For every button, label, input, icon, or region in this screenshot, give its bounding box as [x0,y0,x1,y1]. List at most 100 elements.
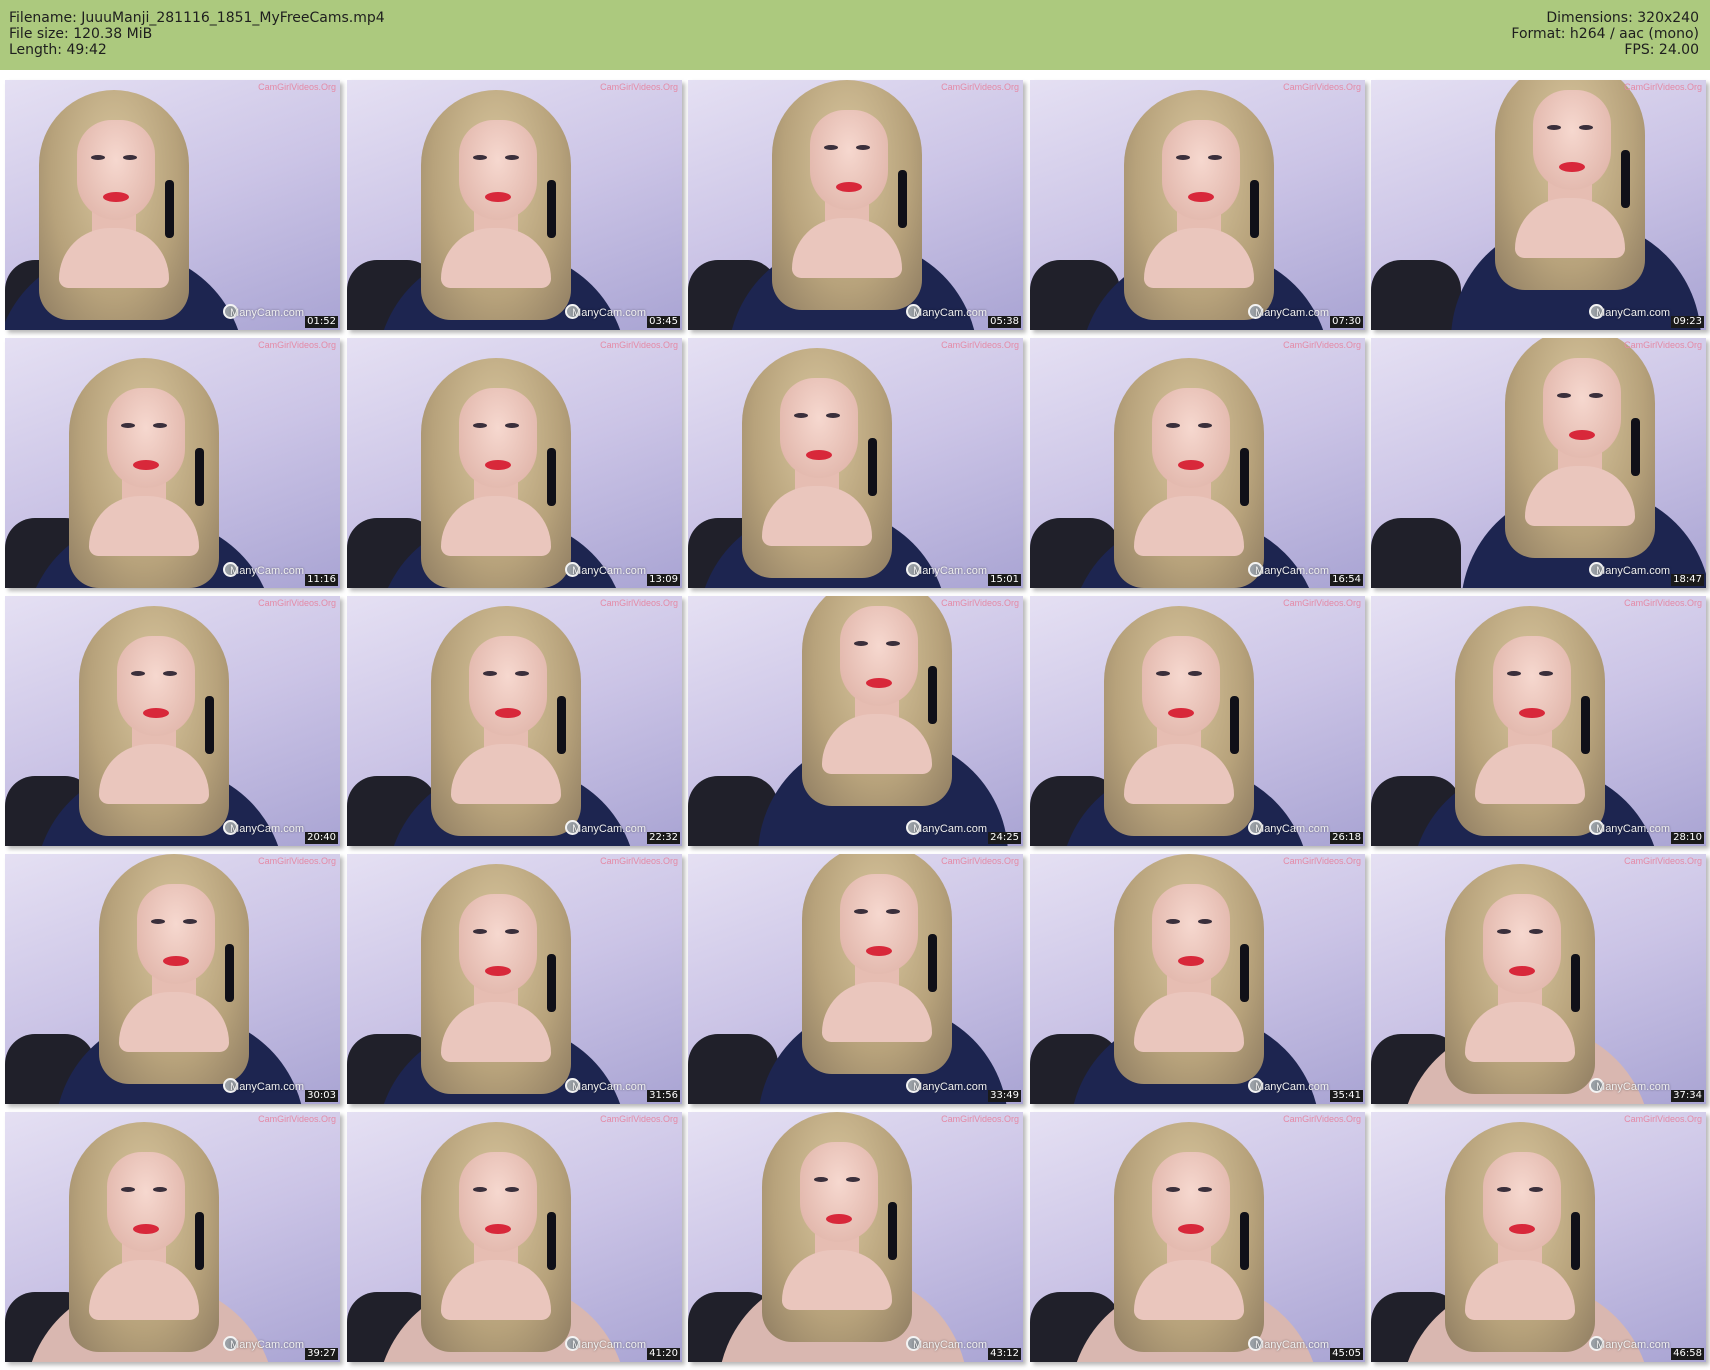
length-label: Length: 49:42 [9,42,107,58]
timestamp-label: 18:47 [1671,574,1704,586]
video-thumbnail[interactable]: CamGirlVideos.Org ManyCam.com 18:47 [1371,338,1706,588]
timestamp-label: 37:34 [1671,1090,1704,1102]
video-thumbnail[interactable]: CamGirlVideos.Org ManyCam.com 26:18 [1030,596,1365,846]
bottom-watermark: ManyCam.com [1255,307,1329,319]
timestamp-label: 15:01 [988,574,1021,586]
timestamp-label: 05:38 [988,316,1021,328]
video-thumbnail[interactable]: CamGirlVideos.Org ManyCam.com 16:54 [1030,338,1365,588]
video-thumbnail[interactable]: CamGirlVideos.Org ManyCam.com 01:52 [5,80,340,330]
timestamp-label: 33:49 [988,1090,1021,1102]
timestamp-label: 01:52 [305,316,338,328]
bottom-watermark: ManyCam.com [1255,565,1329,577]
video-thumbnail[interactable]: CamGirlVideos.Org ManyCam.com 09:23 [1371,80,1706,330]
video-thumbnail[interactable]: CamGirlVideos.Org ManyCam.com 11:16 [5,338,340,588]
timestamp-label: 28:10 [1671,832,1704,844]
bottom-watermark: ManyCam.com [1255,1081,1329,1093]
top-watermark: CamGirlVideos.Org [600,1114,678,1124]
top-watermark: CamGirlVideos.Org [1624,598,1702,608]
bottom-watermark: ManyCam.com [913,1081,987,1093]
video-thumbnail[interactable]: CamGirlVideos.Org ManyCam.com 33:49 [688,854,1023,1104]
timestamp-label: 41:20 [647,1348,680,1360]
video-thumbnail[interactable]: CamGirlVideos.Org ManyCam.com 39:27 [5,1112,340,1362]
bottom-watermark: ManyCam.com [913,565,987,577]
timestamp-label: 26:18 [1330,832,1363,844]
format-label: Format: h264 / aac (mono) [1511,26,1699,42]
timestamp-label: 11:16 [305,574,338,586]
timestamp-label: 03:45 [647,316,680,328]
bottom-watermark: ManyCam.com [913,307,987,319]
top-watermark: CamGirlVideos.Org [600,856,678,866]
video-thumbnail[interactable]: CamGirlVideos.Org ManyCam.com 31:56 [347,854,682,1104]
top-watermark: CamGirlVideos.Org [1283,1114,1361,1124]
filename-label: Filename: JuuuManji_281116_1851_MyFreeCa… [9,10,385,26]
video-thumbnail[interactable]: CamGirlVideos.Org ManyCam.com 41:20 [347,1112,682,1362]
file-info: Filename: JuuuManji_281116_1851_MyFreeCa… [9,10,385,58]
timestamp-label: 24:25 [988,832,1021,844]
top-watermark: CamGirlVideos.Org [1283,82,1361,92]
bottom-watermark: ManyCam.com [572,1081,646,1093]
bottom-watermark: ManyCam.com [1596,1081,1670,1093]
top-watermark: CamGirlVideos.Org [941,340,1019,350]
top-watermark: CamGirlVideos.Org [600,598,678,608]
video-thumbnail[interactable]: CamGirlVideos.Org ManyCam.com 03:45 [347,80,682,330]
bottom-watermark: ManyCam.com [1255,823,1329,835]
dimensions-label: Dimensions: 320x240 [1546,10,1699,26]
file-size-label: File size: 120.38 MiB [9,26,153,42]
video-thumbnail[interactable]: CamGirlVideos.Org ManyCam.com 45:05 [1030,1112,1365,1362]
bottom-watermark: ManyCam.com [572,823,646,835]
video-info: Dimensions: 320x240 Format: h264 / aac (… [1511,10,1699,58]
top-watermark: CamGirlVideos.Org [258,82,336,92]
info-header: Filename: JuuuManji_281116_1851_MyFreeCa… [0,0,1710,70]
top-watermark: CamGirlVideos.Org [1624,1114,1702,1124]
video-thumbnail[interactable]: CamGirlVideos.Org ManyCam.com 28:10 [1371,596,1706,846]
top-watermark: CamGirlVideos.Org [941,856,1019,866]
video-thumbnail[interactable]: CamGirlVideos.Org ManyCam.com 46:58 [1371,1112,1706,1362]
video-thumbnail[interactable]: CamGirlVideos.Org ManyCam.com 37:34 [1371,854,1706,1104]
bottom-watermark: ManyCam.com [572,1339,646,1351]
video-thumbnail[interactable]: CamGirlVideos.Org ManyCam.com 05:38 [688,80,1023,330]
bottom-watermark: ManyCam.com [230,307,304,319]
timestamp-label: 45:05 [1330,1348,1363,1360]
bottom-watermark: ManyCam.com [572,565,646,577]
bottom-watermark: ManyCam.com [230,1081,304,1093]
top-watermark: CamGirlVideos.Org [600,340,678,350]
video-thumbnail[interactable]: CamGirlVideos.Org ManyCam.com 24:25 [688,596,1023,846]
timestamp-label: 30:03 [305,1090,338,1102]
bottom-watermark: ManyCam.com [230,1339,304,1351]
top-watermark: CamGirlVideos.Org [941,598,1019,608]
top-watermark: CamGirlVideos.Org [1283,340,1361,350]
video-thumbnail[interactable]: CamGirlVideos.Org ManyCam.com 13:09 [347,338,682,588]
top-watermark: CamGirlVideos.Org [941,82,1019,92]
top-watermark: CamGirlVideos.Org [258,856,336,866]
top-watermark: CamGirlVideos.Org [258,598,336,608]
video-thumbnail[interactable]: CamGirlVideos.Org ManyCam.com 15:01 [688,338,1023,588]
timestamp-label: 35:41 [1330,1090,1363,1102]
video-thumbnail[interactable]: CamGirlVideos.Org ManyCam.com 35:41 [1030,854,1365,1104]
top-watermark: CamGirlVideos.Org [600,82,678,92]
bottom-watermark: ManyCam.com [1596,307,1670,319]
timestamp-label: 46:58 [1671,1348,1704,1360]
top-watermark: CamGirlVideos.Org [1624,856,1702,866]
top-watermark: CamGirlVideos.Org [1283,598,1361,608]
bottom-watermark: ManyCam.com [1596,565,1670,577]
bottom-watermark: ManyCam.com [230,565,304,577]
bottom-watermark: ManyCam.com [572,307,646,319]
video-thumbnail[interactable]: CamGirlVideos.Org ManyCam.com 22:32 [347,596,682,846]
timestamp-label: 31:56 [647,1090,680,1102]
timestamp-label: 13:09 [647,574,680,586]
top-watermark: CamGirlVideos.Org [1624,82,1702,92]
video-thumbnail[interactable]: CamGirlVideos.Org ManyCam.com 20:40 [5,596,340,846]
video-thumbnail[interactable]: CamGirlVideos.Org ManyCam.com 07:30 [1030,80,1365,330]
bottom-watermark: ManyCam.com [1596,1339,1670,1351]
timestamp-label: 22:32 [647,832,680,844]
top-watermark: CamGirlVideos.Org [1283,856,1361,866]
top-watermark: CamGirlVideos.Org [258,340,336,350]
thumbnail-grid: CamGirlVideos.Org ManyCam.com 01:52 CamGir… [0,70,1710,1370]
top-watermark: CamGirlVideos.Org [258,1114,336,1124]
bottom-watermark: ManyCam.com [913,823,987,835]
video-thumbnail[interactable]: CamGirlVideos.Org ManyCam.com 43:12 [688,1112,1023,1362]
timestamp-label: 09:23 [1671,316,1704,328]
video-thumbnail[interactable]: CamGirlVideos.Org ManyCam.com 30:03 [5,854,340,1104]
bottom-watermark: ManyCam.com [230,823,304,835]
top-watermark: CamGirlVideos.Org [941,1114,1019,1124]
